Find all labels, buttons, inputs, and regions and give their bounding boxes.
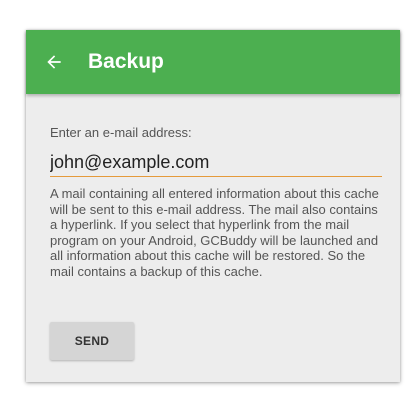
back-button[interactable] xyxy=(36,44,72,80)
arrow-left-icon xyxy=(44,52,64,72)
backup-description: A mail containing all entered informatio… xyxy=(50,186,379,279)
app-bar: Backup xyxy=(26,30,400,94)
page-title: Backup xyxy=(88,50,164,73)
backup-dialog: Backup Enter an e-mail address: A mail c… xyxy=(26,30,400,382)
email-field[interactable] xyxy=(50,148,382,177)
send-button[interactable]: SEND xyxy=(50,322,134,360)
email-prompt-label: Enter an e-mail address: xyxy=(50,125,192,140)
screen: Backup Enter an e-mail address: A mail c… xyxy=(0,0,418,398)
